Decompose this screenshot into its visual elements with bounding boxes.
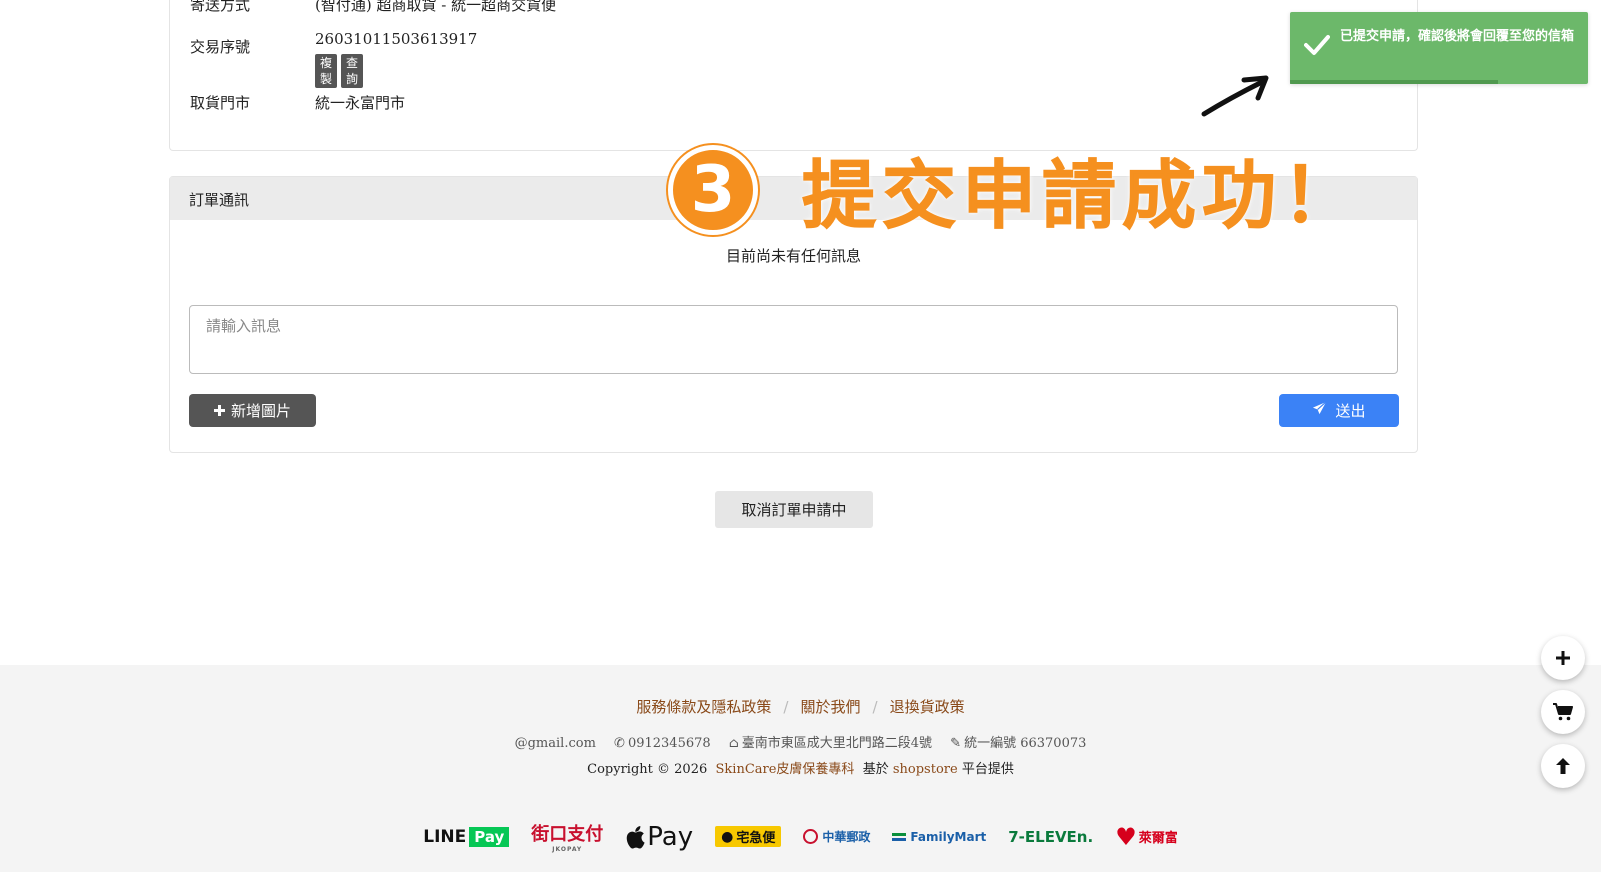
check-icon [1304, 34, 1330, 60]
linepay-logo: LINE Pay [423, 826, 510, 847]
about-us-link[interactable]: 關於我們 [800, 698, 860, 716]
store-label: 取貨門市 [190, 94, 251, 112]
familymart-text: FamilyMart [910, 829, 987, 844]
copy-button[interactable]: 複製 [315, 54, 338, 88]
chunghwa-post-logo: 中華郵政 [803, 828, 870, 845]
familymart-logo: FamilyMart [892, 830, 986, 844]
success-toast[interactable]: 已提交申請，確認後將會回覆至您的信箱 [1290, 12, 1588, 84]
hilife-logo: ♥ 萊爾富 [1115, 825, 1178, 849]
store-value: 統一永富門市 [315, 94, 406, 112]
phone-icon: ✆ [614, 736, 625, 751]
seven-eleven-text: 7-ELEVEn. [1008, 827, 1094, 846]
footer-address-group: ⌂ 臺南市東區成大里北門路二段4號 [729, 736, 932, 751]
hilife-text: 萊爾富 [1138, 831, 1178, 846]
return-policy-link[interactable]: 退換貨政策 [890, 698, 965, 716]
add-image-label: 新增圖片 [230, 402, 291, 420]
shipping-value: (智付通) 超商取貨 - 統一超商交貨便 [315, 0, 557, 14]
post-icon [803, 829, 819, 844]
footer-address: 臺南市東區成大里北門路二段4號 [741, 736, 933, 751]
based-on-text: 基於 [862, 762, 889, 777]
annotation-text: 提交申請成功！ [802, 153, 1362, 240]
applepay-text: Pay [647, 821, 694, 852]
chunghwa-post-text: 中華郵政 [822, 830, 871, 844]
tqbin-text: 宅急便 [736, 831, 776, 846]
arrow-up-icon [1556, 758, 1570, 774]
familymart-stripes-icon [892, 832, 907, 841]
plus-icon [213, 402, 225, 420]
footer-links: 服務條款及隱私政策 / 關於我們 / 退換貨政策 [0, 696, 1601, 717]
transaction-label: 交易序號 [190, 38, 251, 56]
toast-message: 已提交申請，確認後將會回覆至您的信箱 [1340, 29, 1575, 44]
linepay-line-text: LINE [423, 826, 467, 847]
fab-cart-button[interactable] [1541, 690, 1585, 734]
link-separator: / [872, 698, 878, 716]
linepay-pay-text: Pay [469, 826, 510, 847]
message-input[interactable] [189, 305, 1398, 374]
link-separator: / [783, 698, 789, 716]
fab-add-button[interactable] [1541, 636, 1585, 680]
transaction-value: 26031011503613917 [315, 30, 478, 48]
jkopay-sub-text: JKOPAY [552, 846, 583, 853]
cancel-order-button[interactable]: 取消訂單申請中 [715, 491, 873, 528]
footer-contact: @gmail.com ✆ 0912345678 ⌂ 臺南市東區成大里北門路二段4號 … [0, 732, 1601, 751]
add-image-button[interactable]: 新增圖片 [189, 394, 316, 427]
query-button[interactable]: 查詢 [341, 54, 364, 88]
pen-icon: ✎ [950, 736, 962, 751]
provided-text: 平台提供 [961, 762, 1014, 777]
plus-icon [1556, 651, 1570, 665]
jkopay-logo: 街口支付 JKOPAY [531, 820, 603, 853]
annotation-arrow-icon [1201, 75, 1269, 117]
empty-messages-text: 目前尚未有任何訊息 [725, 247, 861, 265]
heart-icon: ♥ [1115, 822, 1137, 851]
brand-link[interactable]: SkinCare皮膚保養專科 [716, 762, 855, 777]
page: 寄送方式 (智付通) 超商取貨 - 統一超商交貨便 交易序號 260310115… [0, 0, 1601, 872]
jkopay-text: 街口支付 [531, 824, 604, 845]
footer: 服務條款及隱私政策 / 關於我們 / 退換貨政策 @gmail.com ✆ 0912345… [0, 665, 1601, 872]
send-button[interactable]: 送出 [1279, 394, 1399, 427]
footer-taxid-group: ✎ 統一編號 66370073 [950, 736, 1086, 751]
black-cat-icon: ● [721, 828, 734, 845]
transaction-tags: 複製 查詢 [315, 54, 364, 88]
footer-email[interactable]: @gmail.com [515, 736, 596, 751]
footer-copyright: Copyright © 2026 SkinCare皮膚保養專科 基於 shops… [0, 758, 1601, 777]
footer-phone-group: ✆ 0912345678 [614, 736, 711, 751]
success-annotation: 3 提交申請成功！ [668, 136, 1362, 243]
apple-icon [627, 825, 645, 848]
shipping-label: 寄送方式 [190, 0, 251, 14]
terms-privacy-link[interactable]: 服務條款及隱私政策 [636, 698, 771, 716]
footer-tax-id: 統一編號 66370073 [964, 736, 1087, 751]
copyright-text: Copyright © 2026 [587, 762, 708, 777]
home-icon: ⌂ [728, 736, 739, 751]
payment-logos: LINE Pay 街口支付 JKOPAY Pay ● 宅急便 中華郵政 Fami… [0, 820, 1601, 854]
toast-progress-bar [1290, 80, 1498, 84]
footer-phone[interactable]: 0912345678 [628, 736, 711, 751]
step-number-badge: 3 [668, 144, 758, 235]
platform-link[interactable]: shopstore [893, 762, 958, 777]
send-label: 送出 [1335, 402, 1366, 420]
applepay-logo: Pay [625, 822, 693, 852]
tqbin-logo: ● 宅急便 [715, 826, 782, 847]
cart-icon [1553, 703, 1573, 721]
paper-plane-icon [1312, 401, 1327, 420]
fab-back-to-top-button[interactable] [1541, 744, 1585, 788]
seven-eleven-logo: 7-ELEVEn. [1008, 828, 1093, 846]
